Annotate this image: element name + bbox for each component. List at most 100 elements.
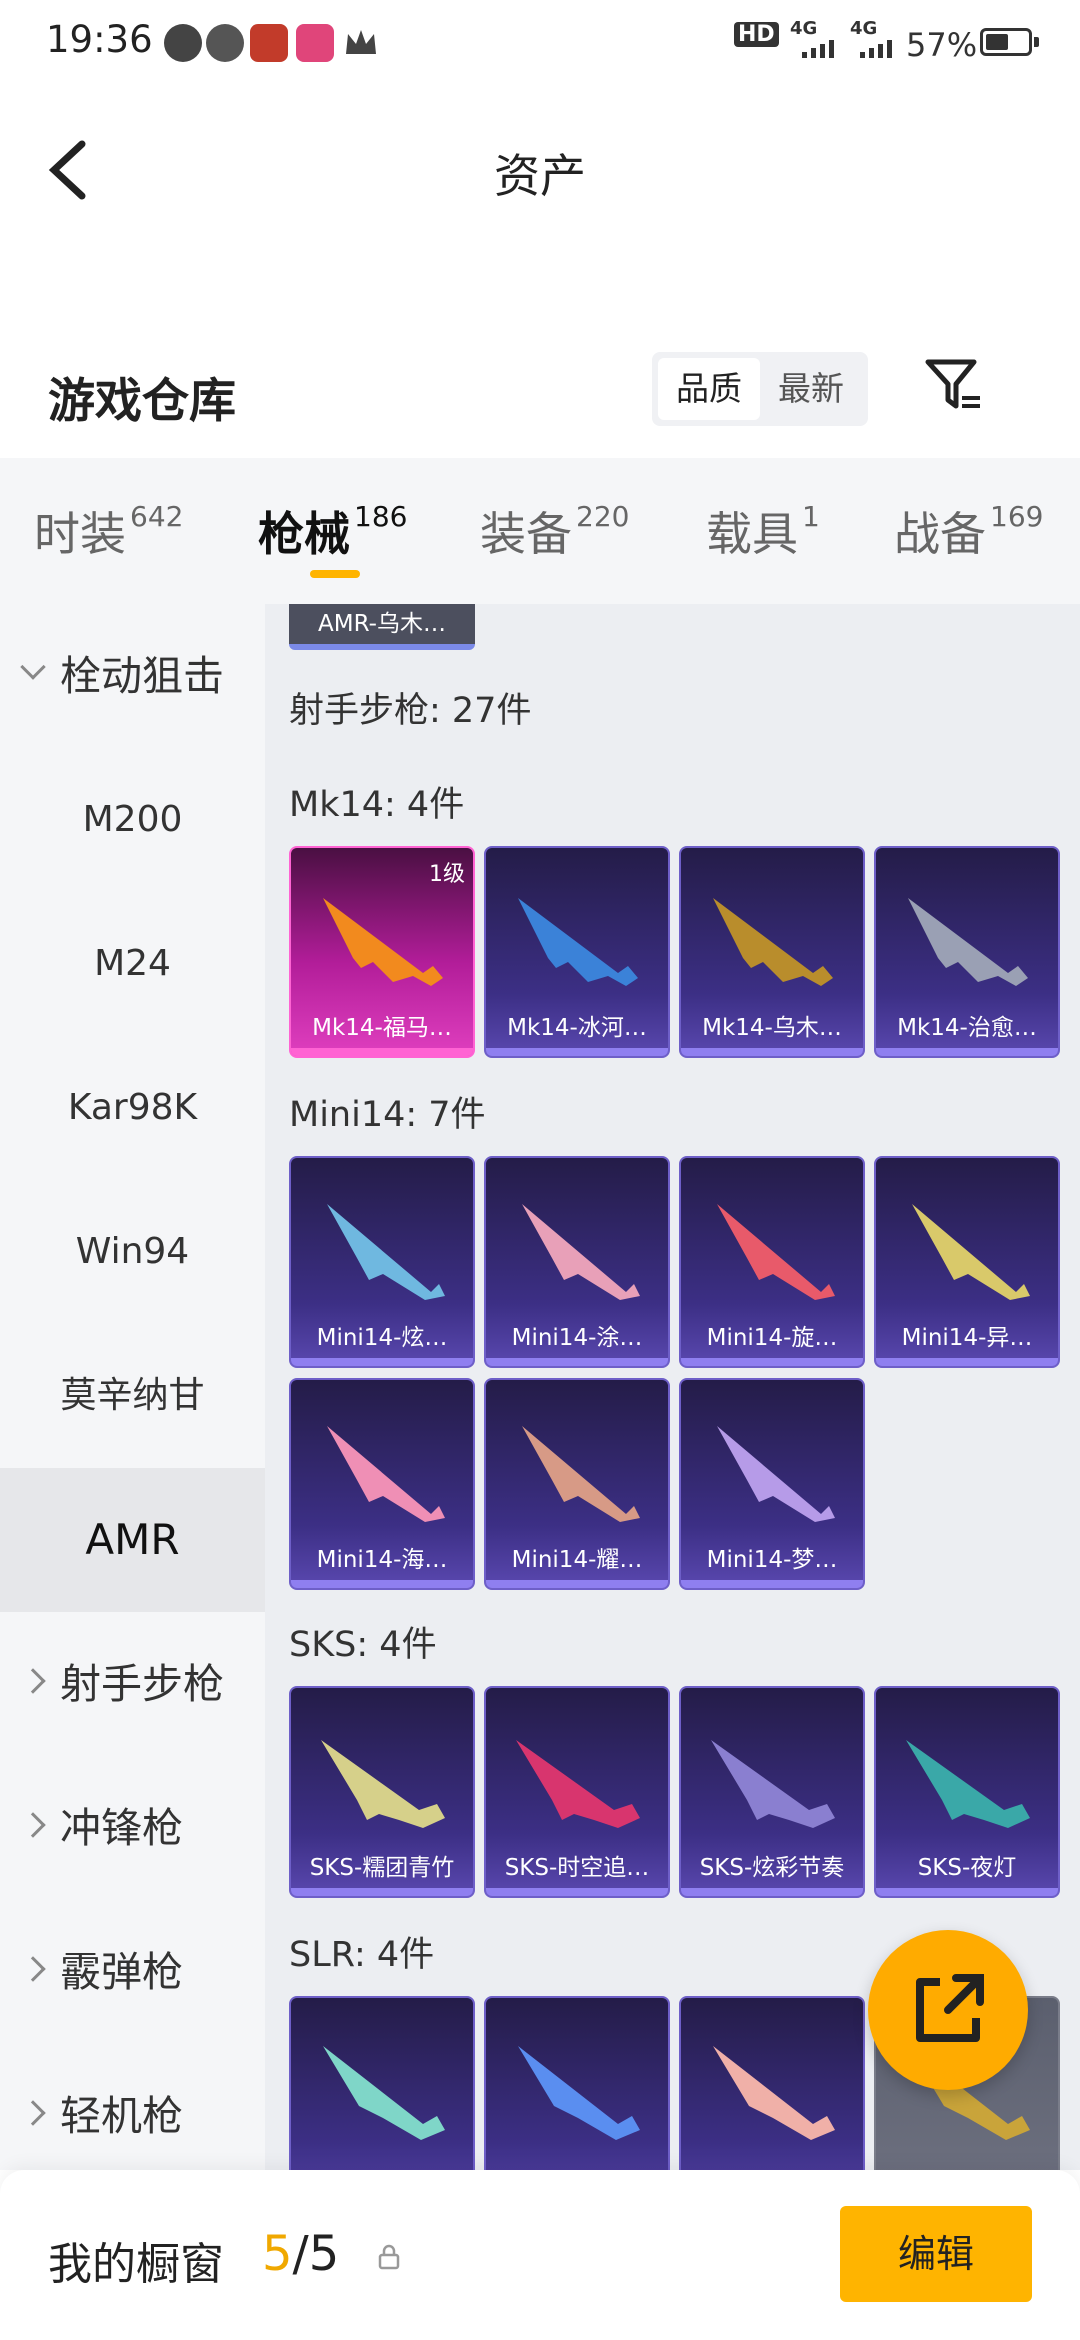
status-time: 19:36 — [46, 18, 153, 61]
network-4g-2: 4G — [850, 18, 878, 39]
status-bar: 19:36 HD 4G 4G 57% — [0, 0, 1080, 90]
tab-count: 169 — [990, 499, 1044, 533]
rifle-icon — [516, 1740, 640, 1828]
skin-card[interactable]: SKS-炫彩节奏 — [679, 1686, 865, 1898]
tab-supplies[interactable]: 战备 169 — [894, 498, 1043, 564]
weapon-category-sidebar: 栓动狙击 M200 M24 Kar98K Win94 莫辛纳甘 AMR 射手步枪… — [0, 604, 265, 2170]
rifle-icon — [321, 1740, 445, 1828]
sidebar-item-mosin[interactable]: 莫辛纳甘 — [0, 1324, 265, 1468]
skin-name: SKS-炫彩节奏 — [699, 1855, 845, 1881]
tab-equipment[interactable]: 装备 220 — [480, 498, 629, 564]
skin-card[interactable]: SKS-夜灯 — [874, 1686, 1060, 1898]
skin-card[interactable]: Mini14-涂… — [484, 1156, 670, 1368]
skin-card[interactable] — [289, 1996, 475, 2170]
crown-icon — [342, 24, 380, 62]
skin-name: Mk14-乌木… — [702, 1015, 842, 1041]
skin-card[interactable]: Mk14-乌木… — [679, 846, 865, 1058]
group-title-mk14: Mk14: 4件 — [289, 785, 465, 825]
sort-option-quality[interactable]: 品质 — [658, 358, 760, 420]
sidebar-item-amr[interactable]: AMR — [0, 1468, 265, 1612]
network-4g-1: 4G — [790, 18, 818, 39]
battery-icon — [980, 28, 1032, 56]
sidebar-group-dmr[interactable]: 射手步枪 — [0, 1612, 265, 1756]
rifle-icon — [327, 1204, 445, 1300]
rifle-icon — [522, 1204, 640, 1300]
skin-name: SKS-时空追… — [504, 1855, 650, 1881]
skin-card[interactable]: Mini14-海… — [289, 1378, 475, 1590]
rifle-icon — [717, 1426, 835, 1522]
skin-card[interactable] — [484, 1996, 670, 2170]
rifle-icon — [323, 2046, 445, 2140]
skin-card[interactable]: Mini14-耀… — [484, 1378, 670, 1590]
skin-card[interactable]: SKS-时空追… — [484, 1686, 670, 1898]
rarity-bar — [681, 1888, 863, 1896]
share-button[interactable] — [868, 1930, 1028, 2090]
signal-1-icon — [800, 38, 840, 64]
group-title-sks: SKS: 4件 — [289, 1625, 437, 1665]
showcase-label: 我的橱窗 — [48, 2239, 224, 2290]
rarity-bar — [291, 1580, 473, 1588]
sidebar-group-label: 冲锋枪 — [60, 1804, 183, 1852]
sidebar-group-smg[interactable]: 冲锋枪 — [0, 1756, 265, 1900]
skin-card[interactable]: 1级 Mk14-福马… — [289, 846, 475, 1058]
signal-2-icon — [858, 38, 898, 64]
skin-name: Mini14-异… — [901, 1325, 1033, 1351]
edit-button[interactable]: 编辑 — [840, 2206, 1032, 2302]
skin-card[interactable]: Mini14-旋… — [679, 1156, 865, 1368]
sidebar-item-m24[interactable]: M24 — [0, 892, 265, 1036]
app-notification-icon — [164, 24, 202, 62]
category-summary: 射手步枪: 27件 — [289, 691, 532, 731]
rarity-bar — [291, 1048, 473, 1056]
rarity-bar — [486, 1888, 668, 1896]
skin-card[interactable]: Mini14-异… — [874, 1156, 1060, 1368]
chevron-right-icon — [20, 1956, 46, 1982]
skin-name: SKS-夜灯 — [917, 1855, 1017, 1881]
showcase-count-current: 5 — [262, 2226, 293, 2282]
rarity-bar — [876, 1048, 1058, 1056]
sidebar-group-lmg[interactable]: 轻机枪 — [0, 2044, 265, 2188]
hd-badge: HD — [734, 22, 779, 47]
sidebar-group-label: 轻机枪 — [60, 2092, 183, 2140]
tab-vehicles[interactable]: 载具 1 — [706, 498, 820, 564]
sidebar-item-kar98k[interactable]: Kar98K — [0, 1036, 265, 1180]
sidebar-item-win94[interactable]: Win94 — [0, 1180, 265, 1324]
sidebar-group-bolt-action[interactable]: 栓动狙击 — [0, 604, 265, 748]
tab-outfits[interactable]: 时装 642 — [34, 498, 183, 564]
skin-card[interactable]: SKS-糯团青竹 — [289, 1686, 475, 1898]
rifle-icon — [518, 2046, 640, 2140]
sidebar-group-label: 栓动狙击 — [60, 652, 224, 700]
group-title-slr: SLR: 4件 — [289, 1935, 435, 1975]
sort-option-newest[interactable]: 最新 — [760, 358, 862, 420]
sidebar-item-m200[interactable]: M200 — [0, 748, 265, 892]
rifle-icon — [327, 1426, 445, 1522]
tab-count: 1 — [802, 499, 820, 533]
rarity-bar — [486, 1048, 668, 1056]
tab-count: 220 — [576, 499, 630, 533]
skin-card[interactable]: Mini14-炫… — [289, 1156, 475, 1368]
chevron-right-icon — [20, 1668, 46, 1694]
skin-name: SKS-糯团青竹 — [309, 1855, 455, 1881]
rifle-icon — [906, 1740, 1030, 1828]
tab-guns[interactable]: 枪械 186 — [258, 498, 407, 564]
chevron-right-icon — [20, 1812, 46, 1838]
battery-tip — [1034, 37, 1039, 47]
showcase-count-separator: / — [292, 2226, 309, 2282]
showcase-count: 5/5 — [262, 2226, 339, 2282]
rarity-bar — [486, 1580, 668, 1588]
rifle-icon — [711, 1740, 835, 1828]
skin-card[interactable] — [679, 1996, 865, 2170]
amr-skin-card-partial[interactable]: AMR-乌木… — [289, 604, 475, 650]
wechat-icon — [206, 24, 244, 62]
tab-count: 186 — [354, 499, 408, 533]
page-title: 资产 — [494, 149, 586, 203]
filter-button[interactable] — [924, 356, 984, 416]
sidebar-group-shotgun[interactable]: 霰弹枪 — [0, 1900, 265, 2044]
chevron-down-icon — [20, 654, 46, 680]
sidebar-group-label: 霰弹枪 — [60, 1948, 183, 1996]
rifle-icon — [713, 2046, 835, 2140]
skin-card[interactable]: Mk14-冰河… — [484, 846, 670, 1058]
skin-card[interactable]: Mk14-治愈… — [874, 846, 1060, 1058]
rifle-icon — [518, 898, 638, 986]
skin-card[interactable]: Mini14-梦… — [679, 1378, 865, 1590]
game-app-icon — [250, 24, 288, 62]
